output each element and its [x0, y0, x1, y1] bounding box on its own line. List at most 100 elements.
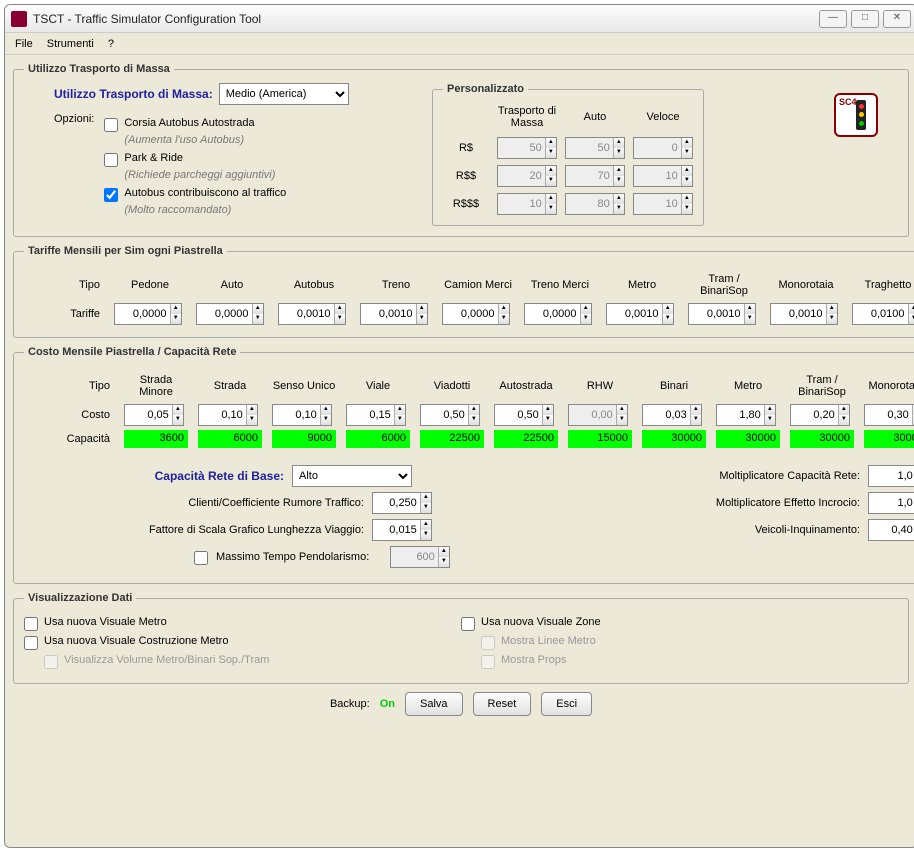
down-icon[interactable]: ▼	[827, 314, 838, 324]
mass-m1-stepper[interactable]: ▲▼	[497, 137, 557, 159]
up-icon[interactable]: ▲	[581, 304, 592, 314]
cost-10-stepper[interactable]: ▲▼	[864, 404, 914, 426]
down-icon[interactable]: ▼	[417, 314, 428, 324]
down-icon[interactable]: ▼	[839, 415, 849, 425]
mass-m2-stepper[interactable]: ▲▼	[497, 165, 557, 187]
viz-metro-checkbox[interactable]	[24, 617, 38, 631]
down-icon[interactable]: ▼	[691, 415, 701, 425]
mass-s2-stepper[interactable]: ▲▼	[633, 165, 693, 187]
maximize-button[interactable]: □	[851, 10, 879, 28]
tariff-5-stepper[interactable]: ▲▼	[524, 303, 592, 325]
up-icon[interactable]: ▲	[171, 304, 182, 314]
save-button[interactable]: Salva	[405, 692, 463, 716]
down-icon[interactable]: ▼	[335, 314, 346, 324]
cost-4-stepper[interactable]: ▲▼	[420, 404, 480, 426]
tariff-7-stepper[interactable]: ▲▼	[688, 303, 756, 325]
mass-s3-stepper[interactable]: ▲▼	[633, 193, 693, 215]
cost-7-stepper[interactable]: ▲▼	[642, 404, 702, 426]
up-icon[interactable]: ▲	[909, 304, 914, 314]
commute-stepper[interactable]: ▲▼	[390, 546, 450, 568]
menu-file[interactable]: File	[15, 38, 33, 50]
exit-button[interactable]: Esci	[541, 692, 592, 716]
cost-5-stepper[interactable]: ▲▼	[494, 404, 554, 426]
down-icon[interactable]: ▼	[663, 314, 674, 324]
cost-3-stepper[interactable]: ▲▼	[346, 404, 406, 426]
up-icon[interactable]: ▲	[546, 138, 556, 148]
down-icon[interactable]: ▼	[171, 314, 182, 324]
mass-a2-stepper[interactable]: ▲▼	[565, 165, 625, 187]
viz-metro-build-checkbox[interactable]	[24, 636, 38, 650]
viz-zone-checkbox[interactable]	[461, 617, 475, 631]
opt-bus-lane-checkbox[interactable]	[104, 118, 118, 132]
down-icon[interactable]: ▼	[469, 415, 479, 425]
down-icon[interactable]: ▼	[745, 314, 756, 324]
down-icon[interactable]: ▼	[617, 415, 627, 425]
menu-tools[interactable]: Strumenti	[47, 38, 94, 50]
noise-stepper[interactable]: ▲▼	[372, 492, 432, 514]
down-icon[interactable]: ▼	[614, 176, 624, 186]
tariff-0-stepper[interactable]: ▲▼	[114, 303, 182, 325]
up-icon[interactable]: ▲	[682, 166, 692, 176]
up-icon[interactable]: ▲	[335, 304, 346, 314]
up-icon[interactable]: ▲	[827, 304, 838, 314]
down-icon[interactable]: ▼	[581, 314, 592, 324]
up-icon[interactable]: ▲	[614, 166, 624, 176]
opt-park-ride-checkbox[interactable]	[104, 153, 118, 167]
up-icon[interactable]: ▲	[543, 405, 553, 415]
down-icon[interactable]: ▼	[614, 204, 624, 214]
up-icon[interactable]: ▲	[173, 405, 183, 415]
down-icon[interactable]: ▼	[395, 415, 405, 425]
mass-usage-select[interactable]: Medio (America)	[219, 83, 349, 105]
close-button[interactable]: ✕	[883, 10, 911, 28]
down-icon[interactable]: ▼	[682, 148, 692, 158]
cost-0-stepper[interactable]: ▲▼	[124, 404, 184, 426]
veh-stepper[interactable]: ▲▼	[868, 519, 914, 541]
down-icon[interactable]: ▼	[546, 148, 556, 158]
up-icon[interactable]: ▲	[839, 405, 849, 415]
up-icon[interactable]: ▲	[614, 138, 624, 148]
tariff-1-stepper[interactable]: ▲▼	[196, 303, 264, 325]
up-icon[interactable]: ▲	[321, 405, 331, 415]
down-icon[interactable]: ▼	[546, 176, 556, 186]
mass-a3-stepper[interactable]: ▲▼	[565, 193, 625, 215]
tariff-8-stepper[interactable]: ▲▼	[770, 303, 838, 325]
cost-9-stepper[interactable]: ▲▼	[790, 404, 850, 426]
minimize-button[interactable]: —	[819, 10, 847, 28]
tariff-2-stepper[interactable]: ▲▼	[278, 303, 346, 325]
mass-s1-stepper[interactable]: ▲▼	[633, 137, 693, 159]
down-icon[interactable]: ▼	[247, 415, 257, 425]
menu-help[interactable]: ?	[108, 38, 114, 50]
mult-net-stepper[interactable]: ▲▼	[868, 465, 914, 487]
up-icon[interactable]: ▲	[663, 304, 674, 314]
down-icon[interactable]: ▼	[546, 204, 556, 214]
tariff-6-stepper[interactable]: ▲▼	[606, 303, 674, 325]
down-icon[interactable]: ▼	[909, 314, 914, 324]
reset-button[interactable]: Reset	[473, 692, 532, 716]
up-icon[interactable]: ▲	[247, 405, 257, 415]
mass-m3-stepper[interactable]: ▲▼	[497, 193, 557, 215]
base-capacity-select[interactable]: Alto	[292, 465, 412, 487]
up-icon[interactable]: ▲	[469, 405, 479, 415]
mass-a1-stepper[interactable]: ▲▼	[565, 137, 625, 159]
up-icon[interactable]: ▲	[499, 304, 510, 314]
trip-stepper[interactable]: ▲▼	[372, 519, 432, 541]
down-icon[interactable]: ▼	[682, 176, 692, 186]
up-icon[interactable]: ▲	[765, 405, 775, 415]
commute-checkbox[interactable]	[194, 551, 208, 565]
down-icon[interactable]: ▼	[321, 415, 331, 425]
up-icon[interactable]: ▲	[682, 194, 692, 204]
up-icon[interactable]: ▲	[682, 138, 692, 148]
up-icon[interactable]: ▲	[745, 304, 756, 314]
up-icon[interactable]: ▲	[417, 304, 428, 314]
cost-8-stepper[interactable]: ▲▼	[716, 404, 776, 426]
up-icon[interactable]: ▲	[617, 405, 627, 415]
up-icon[interactable]: ▲	[546, 194, 556, 204]
opt-bus-traffic-checkbox[interactable]	[104, 188, 118, 202]
down-icon[interactable]: ▼	[253, 314, 264, 324]
tariff-3-stepper[interactable]: ▲▼	[360, 303, 428, 325]
tariff-4-stepper[interactable]: ▲▼	[442, 303, 510, 325]
down-icon[interactable]: ▼	[499, 314, 510, 324]
down-icon[interactable]: ▼	[682, 204, 692, 214]
cost-1-stepper[interactable]: ▲▼	[198, 404, 258, 426]
down-icon[interactable]: ▼	[614, 148, 624, 158]
